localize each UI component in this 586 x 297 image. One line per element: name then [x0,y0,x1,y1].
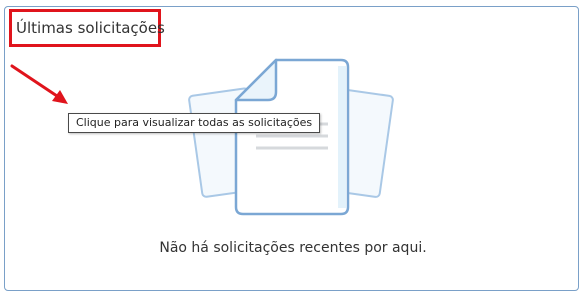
documents-icon [188,58,394,216]
red-arrow-icon [10,64,68,104]
empty-state-message: Não há solicitações recentes por aqui. [159,240,427,256]
title-tooltip: Clique para visualizar todas as solicita… [68,113,321,133]
card-title-link[interactable]: Últimas solicitações [16,18,165,38]
